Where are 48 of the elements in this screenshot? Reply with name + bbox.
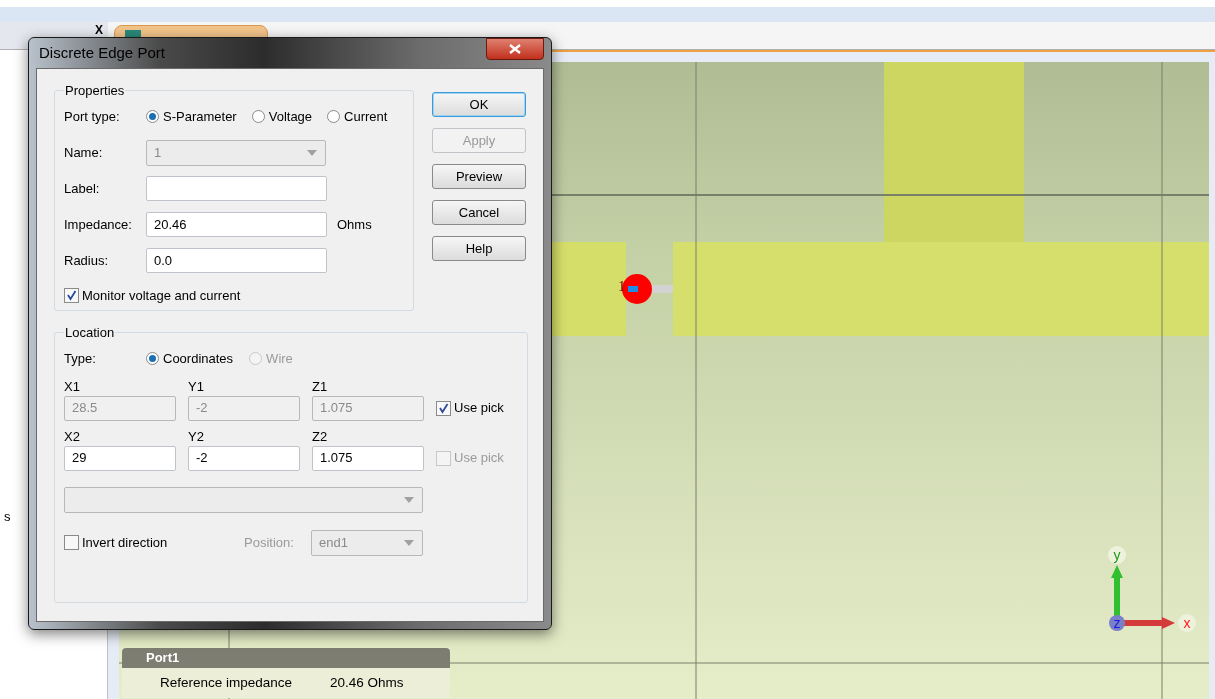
caret-icon [404, 539, 414, 546]
coordinate-label: X2 [64, 427, 81, 446]
check-icon [66, 290, 77, 301]
radio-option[interactable]: Coordinates [146, 348, 234, 369]
radio-option[interactable]: Current [327, 106, 388, 127]
radio-option[interactable]: S-Parameter [146, 106, 237, 127]
axis-label: y [1113, 547, 1121, 563]
property-name: Reference impedance [160, 673, 294, 692]
field-label: Name: [64, 143, 104, 162]
coordinate-label: Y1 [188, 377, 205, 396]
input-field[interactable] [146, 176, 327, 201]
radio-option[interactable]: Voltage [251, 106, 313, 127]
check-icon [438, 402, 449, 414]
axis-label: z [1113, 615, 1121, 631]
coordinate-label: Y2 [188, 427, 205, 446]
dialog-button[interactable]: Help [432, 236, 526, 261]
caret-icon [307, 149, 317, 156]
window-title: Discrete Edge Port [38, 42, 165, 63]
close-button[interactable] [486, 38, 544, 60]
input-field[interactable]: 0.0 [146, 248, 327, 273]
checkbox[interactable]: Invert direction [64, 532, 244, 553]
dialog-button[interactable]: Cancel [432, 200, 526, 225]
side-panel-text: s [4, 509, 11, 524]
group-title: Properties [64, 82, 126, 100]
field-label: Label: [64, 179, 101, 198]
coordinate-label: X1 [64, 377, 81, 396]
dialog-button[interactable]: OK [432, 92, 526, 117]
close-tab-button[interactable]: X [95, 24, 103, 36]
input-field[interactable]: 1.075 [312, 445, 424, 471]
field-label: Port type: [64, 107, 121, 126]
field-label: Position: [244, 533, 295, 552]
coordinate-label: Z1 [312, 377, 329, 396]
property-value: 20.46 Ohms [330, 673, 404, 692]
port-info-header: Port1 [122, 648, 450, 668]
group-title: Location [64, 324, 116, 342]
unit-label: Ohms [337, 215, 372, 234]
coordinate-label: Z2 [312, 427, 329, 446]
input-field[interactable]: 29 [64, 445, 176, 471]
field-label: Type: [64, 349, 97, 368]
axis-label: x [1183, 615, 1191, 631]
caret-icon [404, 496, 414, 503]
field-label: Impedance: [64, 215, 133, 234]
close-icon [509, 44, 521, 54]
checkbox[interactable]: Monitor voltage and current [64, 285, 241, 306]
field-label: Radius: [64, 251, 110, 270]
dialog-button[interactable]: Preview [432, 164, 526, 189]
input-field[interactable]: 20.46 [146, 212, 327, 237]
input-field[interactable]: -2 [188, 445, 300, 471]
